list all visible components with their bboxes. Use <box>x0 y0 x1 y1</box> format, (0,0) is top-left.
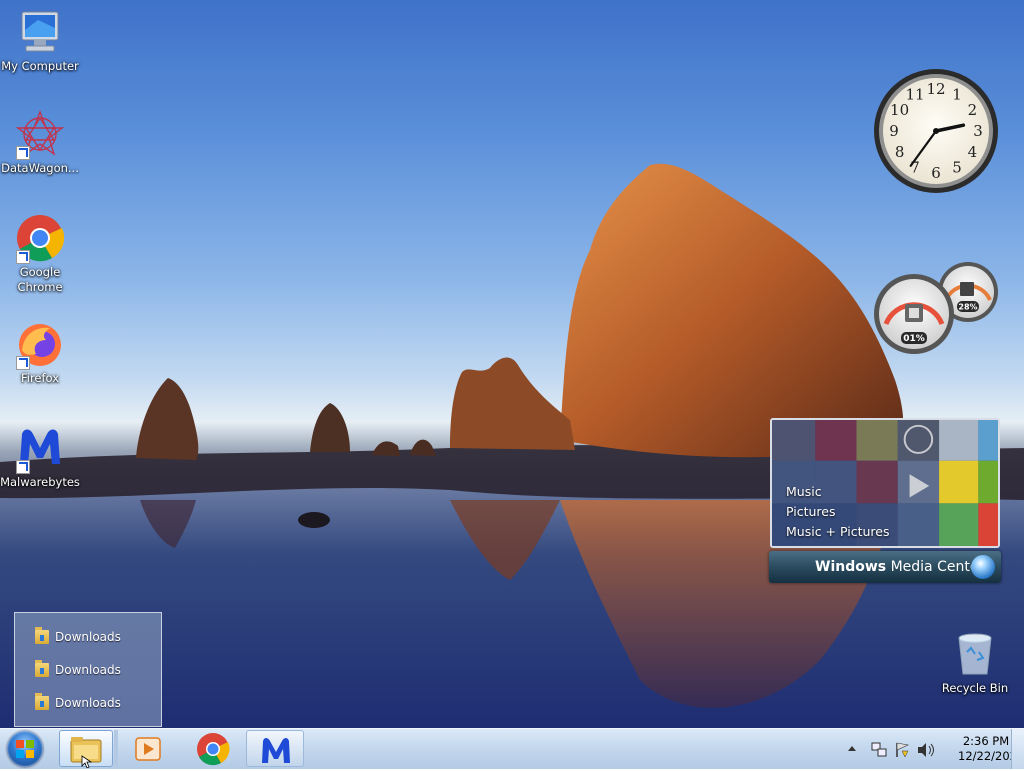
clock-numeral: 1 <box>952 86 962 104</box>
memory-percent: 28% <box>958 303 977 312</box>
clock-numeral: 3 <box>973 122 983 140</box>
desktop-icon-malwarebytes[interactable]: Malwarebytes <box>0 424 80 490</box>
taskbar: 2:36 PM 12/22/2022 <box>0 728 1024 769</box>
clock-gadget[interactable]: 12 1234567891011 <box>873 68 999 194</box>
clock-numeral: 8 <box>895 143 905 161</box>
jump-list-item[interactable]: Downloads <box>15 625 161 651</box>
clock-numeral: 4 <box>968 143 978 161</box>
action-center-flag-icon <box>896 742 909 758</box>
shortcut-arrow-icon <box>16 356 30 370</box>
show-desktop-button[interactable] <box>1011 729 1024 769</box>
shortcut-arrow-icon <box>16 250 30 264</box>
menu-item-pictures[interactable]: Pictures <box>786 502 890 522</box>
explorer-icon <box>70 737 102 769</box>
desktop-icon-label: DataWagon... <box>1 161 79 175</box>
jump-list-item-label: Downloads <box>55 663 121 677</box>
taskbar-media-player-button[interactable] <box>122 730 176 767</box>
clock-numeral: 6 <box>931 164 941 182</box>
cpu-meter-gadget[interactable]: 01% 28% <box>874 260 1002 356</box>
desktop-icon-firefox[interactable]: Firefox <box>0 320 80 386</box>
desktop-icon-my-computer[interactable]: My Computer <box>0 8 80 74</box>
downloads-folder-icon <box>35 627 49 644</box>
show-hidden-icons-chevron-icon <box>848 746 856 751</box>
media-center-title-bold: Windows <box>815 559 887 575</box>
memory-chip-icon <box>960 282 974 296</box>
jump-list-item[interactable]: Downloads <box>15 658 161 684</box>
jump-list-item-label: Downloads <box>55 630 121 644</box>
media-player-icon <box>135 737 161 761</box>
desktop-icon-label: Firefox <box>20 371 60 385</box>
recycle-bin-icon <box>951 630 999 678</box>
media-center-title-rest: Media Center <box>886 559 985 575</box>
start-button[interactable] <box>7 731 43 767</box>
jump-list-item[interactable]: Downloads <box>15 691 161 717</box>
desktop-icon-google-chrome[interactable]: Google Chrome <box>0 214 80 295</box>
tray-clock[interactable]: 2:36 PM 12/22/2022 <box>958 734 1024 764</box>
menu-item-music-pictures[interactable]: Music + Pictures <box>786 522 890 542</box>
media-center-menu: Music Pictures Music + Pictures <box>786 482 890 542</box>
desktop-icon-label: Malwarebytes <box>0 475 80 489</box>
downloads-folder-icon <box>35 693 49 710</box>
shortcut-arrow-icon <box>16 460 30 474</box>
desktop-icon-datawagon[interactable]: DataWagon... <box>0 110 80 176</box>
media-center-title-bar[interactable]: Windows Media Center <box>769 551 1001 583</box>
clock-numeral: 2 <box>968 101 978 119</box>
media-center-gadget[interactable]: Music Pictures Music + Pictures <box>770 418 1000 548</box>
firefox-icon <box>16 320 64 370</box>
clock-numeral: 12 <box>926 80 945 98</box>
clock-numeral: 10 <box>890 101 909 119</box>
chrome-icon <box>16 214 65 264</box>
datawagon-icon <box>15 110 65 160</box>
computer-icon <box>16 8 64 56</box>
windows-logo-icon <box>16 740 34 758</box>
chrome-icon <box>197 733 230 766</box>
taskbar-explorer-button[interactable] <box>59 730 113 769</box>
windows-orb-icon <box>971 555 995 579</box>
malwarebytes-icon <box>16 424 64 474</box>
jump-list-panel: Downloads Downloads Downloads <box>14 612 162 727</box>
media-center-title: Windows Media Center <box>815 559 984 575</box>
clock-numeral: 11 <box>905 86 924 104</box>
malwarebytes-icon <box>262 738 290 763</box>
taskbar-separator <box>114 730 118 767</box>
taskbar-chrome-button[interactable] <box>186 730 240 767</box>
tray-icons <box>848 742 934 758</box>
network-icon <box>871 742 887 757</box>
taskbar-malwarebytes-button[interactable] <box>246 730 304 767</box>
shortcut-arrow-icon <box>16 146 30 160</box>
desktop-icon-label: Recycle Bin <box>941 681 1009 695</box>
desktop-icon-label: My Computer <box>1 59 79 73</box>
tray-date: 12/22/2022 <box>958 749 1024 763</box>
volume-icon <box>918 743 934 757</box>
system-tray: 2:36 PM 12/22/2022 <box>834 729 1024 769</box>
downloads-folder-icon <box>35 660 49 677</box>
clock-numeral: 9 <box>889 122 899 140</box>
tray-time: 2:36 PM <box>962 734 1010 748</box>
desktop-icon-recycle-bin[interactable]: Recycle Bin <box>935 630 1015 696</box>
clock-numeral: 5 <box>952 158 962 176</box>
desktop[interactable]: My Computer DataWagon... Google Chrome F… <box>0 0 1024 728</box>
menu-item-music[interactable]: Music <box>786 482 890 502</box>
cpu-percent: 01% <box>903 334 925 344</box>
desktop-icon-label: Google Chrome <box>17 265 63 294</box>
jump-list-item-label: Downloads <box>55 696 121 710</box>
